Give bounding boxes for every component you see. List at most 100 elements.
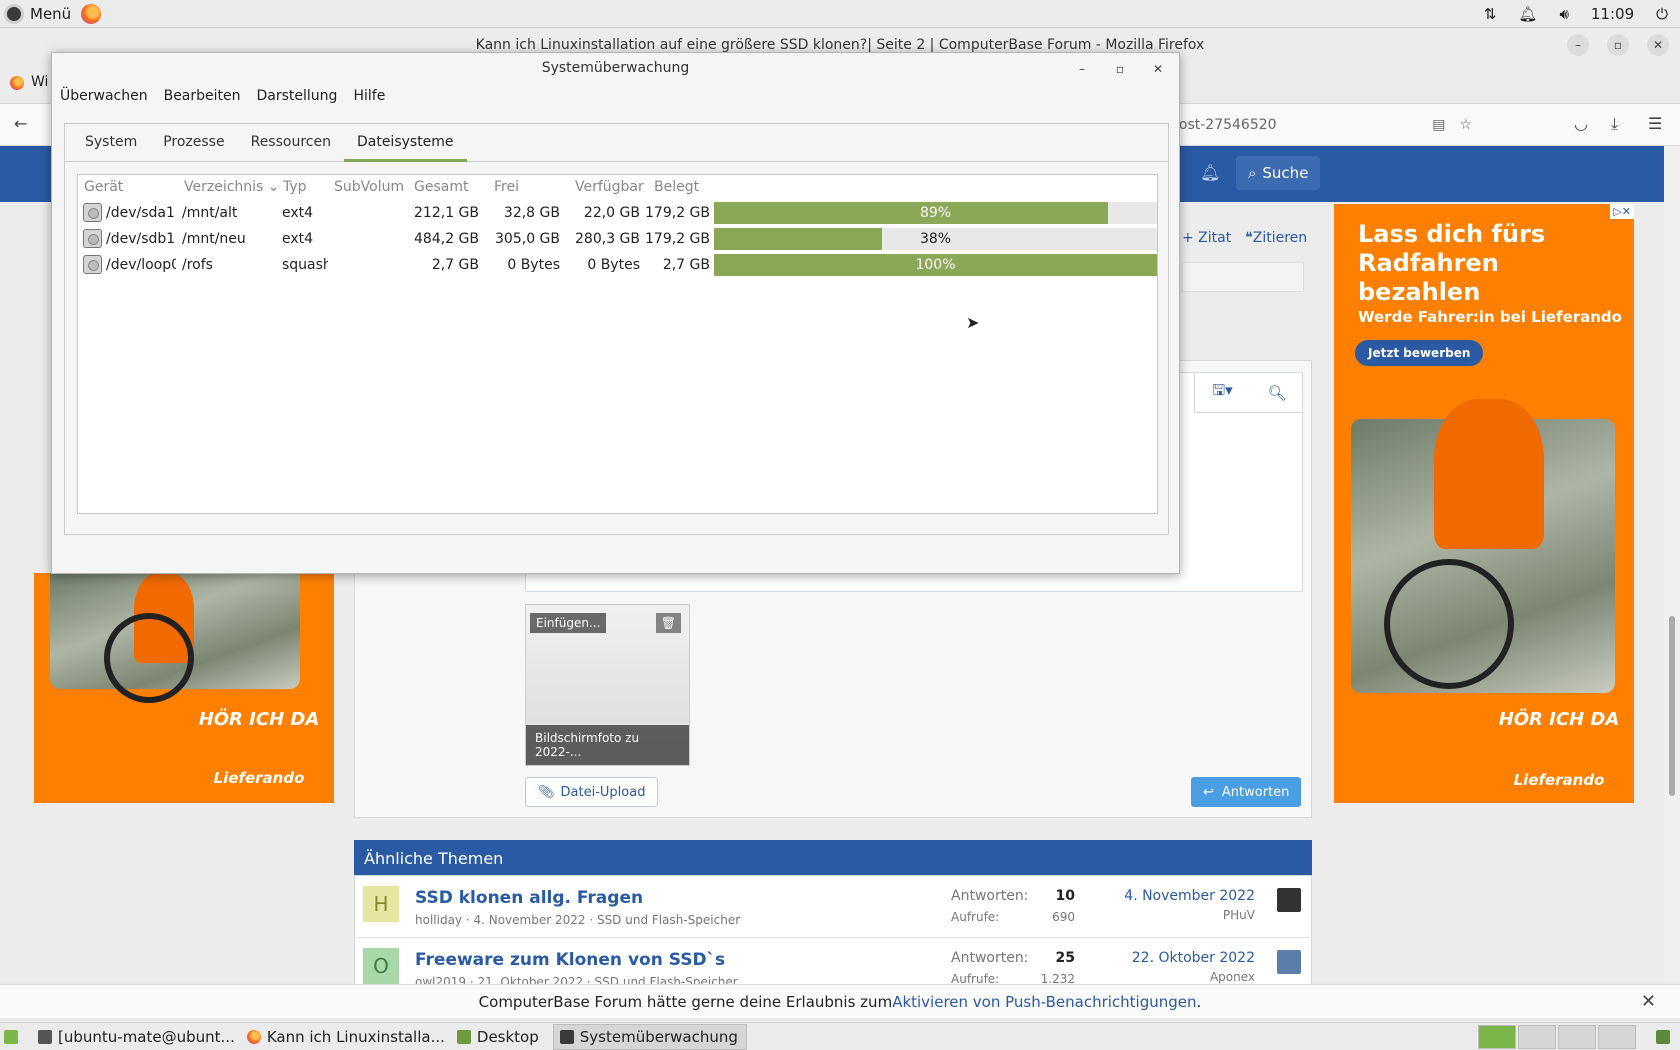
network-icon[interactable]: ⇅ — [1484, 5, 1497, 23]
hamburger-menu-icon[interactable]: ☰ — [1648, 114, 1662, 133]
quote-link[interactable]: + Zitat — [1182, 230, 1231, 246]
cell-device: /dev/sdb1 — [106, 231, 176, 247]
quote-marks-icon: ❝ — [1245, 230, 1253, 246]
reply-button[interactable]: ↩ Antworten — [1191, 777, 1302, 807]
advertisement-left[interactable]: HÖR ICH DA Lieferando — [34, 573, 334, 803]
col-subvolume[interactable]: SubVolum — [334, 179, 404, 195]
thread-row[interactable]: H SSD klonen allg. Fragen holliday · 4. … — [355, 876, 1313, 938]
close-icon[interactable]: ✕ — [1148, 59, 1168, 79]
show-desktop-icon[interactable] — [4, 1029, 18, 1044]
volume-icon[interactable]: 🔊︎ — [1559, 5, 1568, 23]
task-terminal[interactable]: [ubuntu-mate@ubunt... — [32, 1024, 241, 1050]
main-menu-button[interactable]: Menü — [0, 3, 102, 24]
tab-favicon-icon — [10, 76, 24, 90]
task-firefox[interactable]: Kann ich Linuxinstalla... — [241, 1024, 451, 1050]
close-banner-icon[interactable]: ✕ — [1641, 991, 1656, 1012]
reader-view-icon[interactable]: ▤ — [1432, 117, 1445, 133]
insert-attachment-button[interactable]: Einfügen... — [530, 613, 607, 633]
filesystems-table: Gerät Verzeichnis ⌄ Typ SubVolum Gesamt … — [77, 174, 1158, 514]
search-button[interactable]: ⌕ Suche — [1236, 156, 1321, 190]
maximize-icon[interactable]: ▫ — [1110, 59, 1130, 79]
menu-monitor[interactable]: Überwachen — [52, 85, 156, 109]
reply-label: Antworten — [1221, 784, 1290, 800]
scrollbar-thumb[interactable] — [1669, 616, 1675, 796]
last-post-date[interactable]: 22. Oktober 2022 — [1075, 950, 1255, 966]
col-device[interactable]: Gerät — [84, 179, 123, 195]
power-icon[interactable]: ⏻ — [1656, 5, 1668, 23]
col-directory[interactable]: Verzeichnis ⌄ — [184, 179, 280, 195]
firefox-launcher-icon[interactable] — [81, 3, 102, 24]
menu-edit[interactable]: Bearbeiten — [156, 85, 249, 109]
page-scrollbar[interactable] — [1664, 146, 1680, 982]
reply-arrow-icon: ↩ — [1203, 784, 1214, 800]
cell-free: 0 Bytes — [507, 257, 560, 273]
table-header: Gerät Verzeichnis ⌄ Typ SubVolum Gesamt … — [78, 175, 1157, 199]
ad-choices-icon[interactable]: ▷✕ — [1610, 204, 1634, 219]
tab-resources[interactable]: Ressourcen — [238, 124, 344, 162]
tab-bar: System Prozesse Ressourcen Dateisysteme — [65, 124, 1168, 162]
maximize-icon[interactable]: ▫ — [1607, 34, 1629, 56]
alerts-bell-icon[interactable]: 🔔︎ — [1200, 163, 1220, 182]
preview-icon[interactable]: 🔍︎ — [1268, 384, 1287, 402]
advertisement-right[interactable]: ▷✕ Lass dich fürs Radfahren bezahlen Wer… — [1334, 204, 1634, 803]
workspace-2[interactable] — [1518, 1025, 1556, 1049]
clock[interactable]: 11:09 — [1591, 5, 1634, 23]
last-post-user[interactable]: Aponex — [1075, 970, 1255, 984]
save-draft-icon[interactable]: 🖫▾ — [1212, 380, 1232, 405]
last-post-date[interactable]: 4. November 2022 — [1075, 888, 1255, 904]
drive-icon — [83, 229, 102, 248]
system-monitor-icon — [559, 1029, 574, 1044]
close-icon[interactable]: ✕ — [1647, 34, 1669, 56]
col-total[interactable]: Gesamt — [414, 179, 468, 195]
menu-view[interactable]: Darstellung — [249, 85, 346, 109]
back-arrow-icon[interactable]: ← — [14, 114, 27, 133]
table-row[interactable]: /dev/sdb1 /mnt/neu ext4 484,2 GB 305,0 G… — [78, 226, 1157, 252]
notification-bell-icon[interactable]: 🔔︎ — [1518, 5, 1537, 23]
col-type[interactable]: Typ — [283, 179, 307, 195]
tab-system[interactable]: System — [72, 124, 150, 162]
download-icon[interactable]: ⤓ — [1611, 114, 1618, 134]
cell-directory: /mnt/alt — [182, 205, 238, 221]
last-post-user[interactable]: PHuV — [1075, 908, 1255, 922]
thread-meta: holliday · 4. November 2022 · SSD und Fl… — [415, 913, 741, 927]
table-row[interactable]: /dev/loop0 /rofs squashfs 2,7 GB 0 Bytes… — [78, 252, 1157, 278]
tab-processes[interactable]: Prozesse — [150, 124, 237, 162]
workspace-3[interactable] — [1558, 1025, 1596, 1049]
trash-icon[interactable] — [1656, 1030, 1670, 1044]
table-row[interactable]: /dev/sda1 /mnt/alt ext4 212,1 GB 32,8 GB… — [78, 200, 1157, 226]
cell-device: /dev/loop0 — [106, 257, 176, 273]
workspace-1[interactable] — [1478, 1025, 1516, 1049]
url-bar[interactable]: post-27546520 ▤ ☆ — [1170, 110, 1480, 140]
bottom-taskbar: [ubuntu-mate@ubunt... Kann ich Linuxinst… — [0, 1022, 1680, 1050]
cite-link[interactable]: ❝Zitieren — [1245, 230, 1307, 246]
system-monitor-titlebar[interactable]: Systemüberwachung – ▫ ✕ — [52, 53, 1179, 83]
ad-cta-button[interactable]: Jetzt bewerben — [1355, 340, 1484, 366]
user-avatar[interactable] — [1277, 950, 1301, 974]
task-desktop[interactable]: Desktop — [451, 1024, 545, 1050]
minimize-icon[interactable]: – — [1072, 59, 1092, 79]
workspace-4[interactable] — [1598, 1025, 1636, 1049]
enable-push-link[interactable]: Aktivieren von Push-Benachrichtigungen — [892, 993, 1196, 1011]
usage-bar: 38% — [714, 228, 1157, 250]
file-upload-button[interactable]: 📎︎ Datei-Upload — [525, 777, 659, 807]
cell-used: 179,2 GB — [645, 231, 710, 247]
thread-title[interactable]: Freeware zum Klonen von SSD`s — [415, 950, 725, 970]
tab-label[interactable]: Wi — [31, 74, 48, 90]
col-available[interactable]: Verfügbar — [575, 179, 644, 195]
thread-title[interactable]: SSD klonen allg. Fragen — [415, 888, 643, 908]
col-free[interactable]: Frei — [494, 179, 519, 195]
url-text: post-27546520 — [1170, 117, 1277, 133]
cell-total: 484,2 GB — [414, 231, 479, 247]
attachment-thumbnail[interactable]: Einfügen... 🗑︎ Bildschirmfoto zu 2022-..… — [525, 604, 690, 766]
col-used[interactable]: Belegt — [654, 179, 699, 195]
bookmark-star-icon[interactable]: ☆ — [1459, 117, 1472, 133]
pocket-icon[interactable]: ◡ — [1574, 114, 1588, 133]
delete-attachment-icon[interactable]: 🗑︎ — [655, 613, 681, 633]
cell-free: 305,0 GB — [495, 231, 560, 247]
menu-help[interactable]: Hilfe — [345, 85, 393, 109]
ad-headline: Lass dich fürs Radfahren bezahlen — [1358, 220, 1546, 306]
task-system-monitor[interactable]: Systemüberwachung — [552, 1023, 747, 1050]
user-avatar[interactable] — [1277, 888, 1301, 912]
minimize-icon[interactable]: – — [1567, 34, 1589, 56]
tab-filesystems[interactable]: Dateisysteme — [343, 124, 467, 162]
